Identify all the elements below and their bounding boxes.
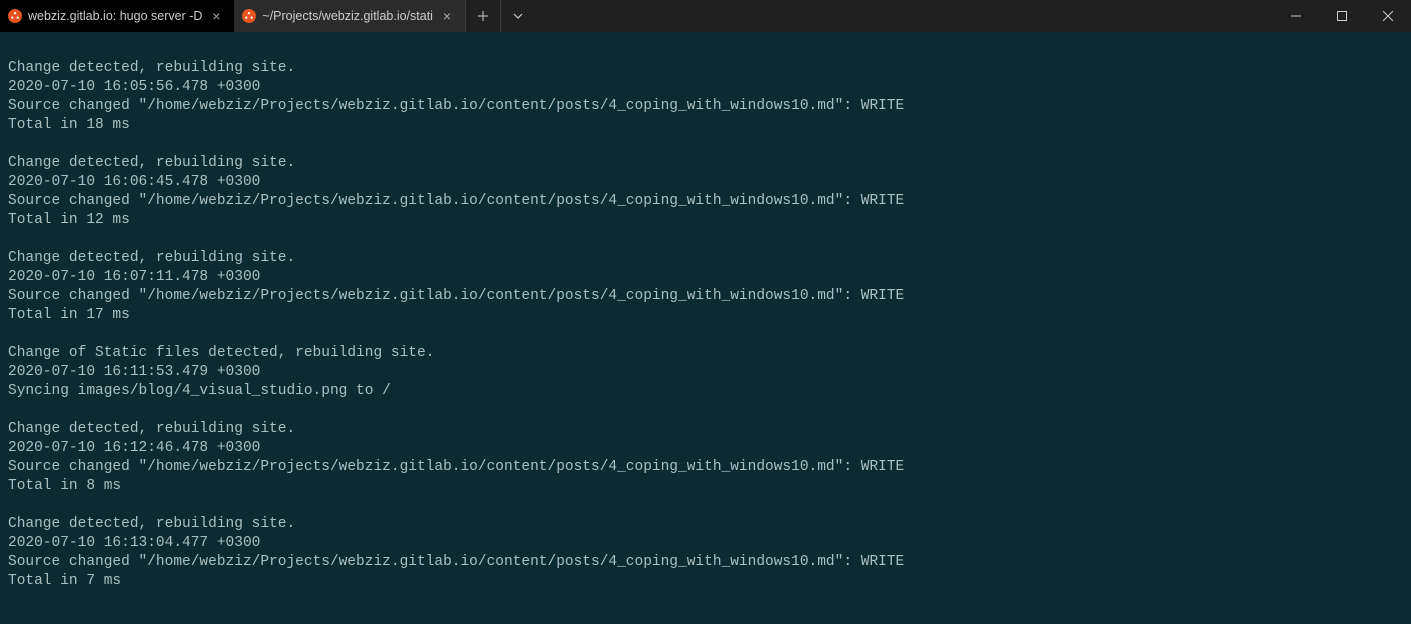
terminal-blank-line [8, 135, 1403, 154]
tabs: webziz.gitlab.io: hugo server -D × ~/Pro… [0, 0, 465, 32]
tab-label: webziz.gitlab.io: hugo server -D [28, 9, 202, 23]
ubuntu-icon [242, 9, 256, 23]
tab-active[interactable]: webziz.gitlab.io: hugo server -D × [0, 0, 234, 32]
terminal-line: Change detected, rebuilding site. [8, 420, 1403, 439]
terminal-line: Total in 7 ms [8, 572, 1403, 591]
dropdown-button[interactable] [501, 0, 535, 32]
terminal-line: 2020-07-10 16:06:45.478 +0300 [8, 173, 1403, 192]
terminal-line: 2020-07-10 16:12:46.478 +0300 [8, 439, 1403, 458]
terminal-line: Change of Static files detected, rebuild… [8, 344, 1403, 363]
new-tab-button[interactable] [466, 0, 500, 32]
terminal-blank-line [8, 40, 1403, 59]
terminal-line: Source changed "/home/webziz/Projects/we… [8, 553, 1403, 572]
close-button[interactable] [1365, 0, 1411, 32]
terminal-line: Total in 17 ms [8, 306, 1403, 325]
titlebar-drag-region[interactable] [535, 0, 1273, 32]
terminal-blank-line [8, 325, 1403, 344]
terminal-line: Total in 8 ms [8, 477, 1403, 496]
terminal-line: Total in 12 ms [8, 211, 1403, 230]
ubuntu-icon [8, 9, 22, 23]
tab-label: ~/Projects/webziz.gitlab.io/stati [262, 9, 433, 23]
close-icon[interactable]: × [439, 8, 455, 24]
terminal-line: 2020-07-10 16:11:53.479 +0300 [8, 363, 1403, 382]
terminal-line: Source changed "/home/webziz/Projects/we… [8, 458, 1403, 477]
terminal-line: 2020-07-10 16:05:56.478 +0300 [8, 78, 1403, 97]
minimize-button[interactable] [1273, 0, 1319, 32]
terminal-blank-line [8, 496, 1403, 515]
terminal-output[interactable]: Change detected, rebuilding site.2020-07… [0, 32, 1411, 624]
terminal-blank-line [8, 401, 1403, 420]
terminal-blank-line [8, 230, 1403, 249]
terminal-line: Change detected, rebuilding site. [8, 59, 1403, 78]
terminal-line: Change detected, rebuilding site. [8, 249, 1403, 268]
maximize-button[interactable] [1319, 0, 1365, 32]
terminal-line: Change detected, rebuilding site. [8, 154, 1403, 173]
terminal-line: Source changed "/home/webziz/Projects/we… [8, 192, 1403, 211]
terminal-line: Total in 18 ms [8, 116, 1403, 135]
terminal-line: Source changed "/home/webziz/Projects/we… [8, 97, 1403, 116]
terminal-line: Source changed "/home/webziz/Projects/we… [8, 287, 1403, 306]
close-icon[interactable]: × [208, 8, 224, 24]
terminal-line: Syncing images/blog/4_visual_studio.png … [8, 382, 1403, 401]
tab-inactive[interactable]: ~/Projects/webziz.gitlab.io/stati × [234, 0, 465, 32]
terminal-line: Change detected, rebuilding site. [8, 515, 1403, 534]
terminal-line: 2020-07-10 16:07:11.478 +0300 [8, 268, 1403, 287]
window-controls [1273, 0, 1411, 32]
titlebar: webziz.gitlab.io: hugo server -D × ~/Pro… [0, 0, 1411, 32]
terminal-line: 2020-07-10 16:13:04.477 +0300 [8, 534, 1403, 553]
